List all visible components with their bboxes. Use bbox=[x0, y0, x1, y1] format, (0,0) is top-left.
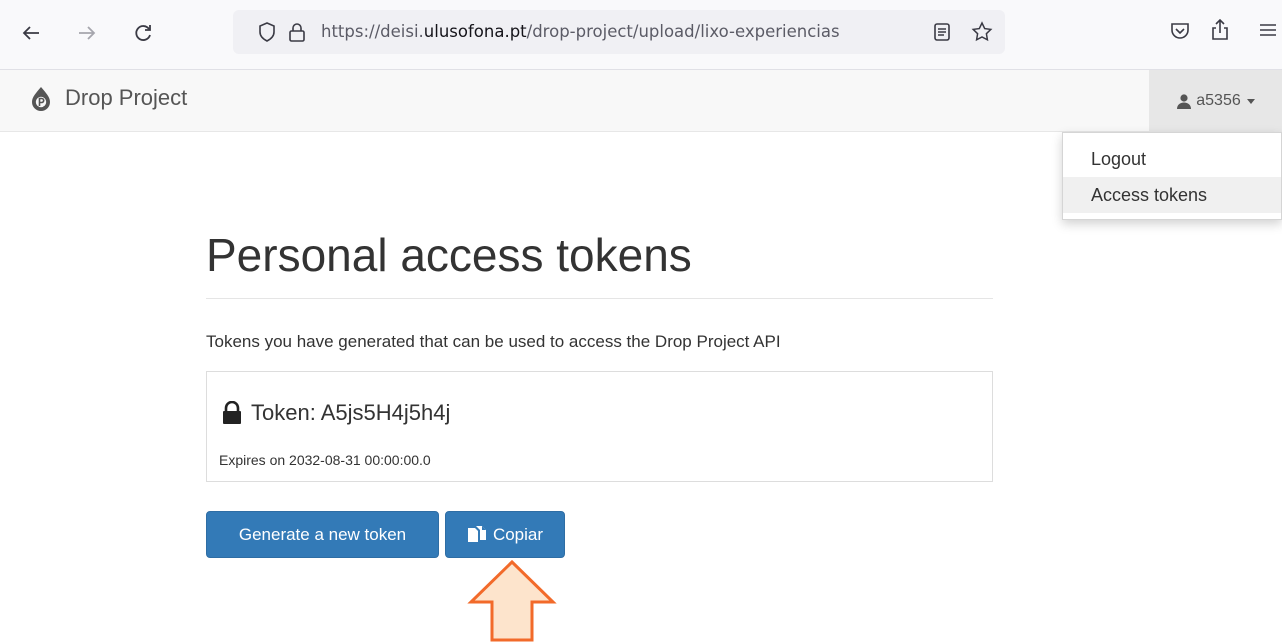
copy-icon bbox=[467, 525, 486, 542]
page-title: Personal access tokens bbox=[206, 229, 692, 281]
generate-token-button[interactable]: Generate a new token bbox=[206, 511, 439, 558]
copy-button[interactable]: Copiar bbox=[445, 511, 565, 558]
token-heading: Token: A5js5H4j5h4j bbox=[221, 400, 450, 426]
token-panel: Token: A5js5H4j5h4j Expires on 2032-08-3… bbox=[206, 371, 993, 482]
lock-icon bbox=[223, 401, 241, 424]
user-icon bbox=[1177, 94, 1192, 109]
back-icon[interactable] bbox=[16, 18, 46, 48]
share-icon[interactable] bbox=[1206, 16, 1234, 44]
reader-icon[interactable] bbox=[930, 20, 954, 44]
shield-icon[interactable] bbox=[255, 20, 279, 44]
generate-token-label: Generate a new token bbox=[238, 524, 407, 544]
token-expiry: Expires on 2032-08-31 00:00:00.0 bbox=[219, 452, 431, 468]
user-dropdown: Logout Access tokens bbox=[1062, 132, 1282, 220]
reload-icon[interactable] bbox=[128, 18, 158, 48]
token-value: Token: A5js5H4j5h4j bbox=[251, 400, 451, 425]
star-icon[interactable] bbox=[970, 20, 994, 44]
intro-text: Tokens you have generated that can be us… bbox=[206, 332, 781, 351]
arrow-up-icon bbox=[467, 560, 557, 642]
copy-button-label: Copiar bbox=[492, 524, 544, 544]
url-text[interactable]: https://deisi.ulusofona.pt/drop-project/… bbox=[321, 22, 840, 41]
address-bar[interactable]: https://deisi.ulusofona.pt/drop-project/… bbox=[233, 10, 1005, 54]
browser-toolbar: https://deisi.ulusofona.pt/drop-project/… bbox=[0, 0, 1282, 70]
dropdown-item-logout[interactable]: Logout bbox=[1063, 141, 1281, 177]
pocket-icon[interactable] bbox=[1166, 16, 1194, 44]
drop-logo-icon bbox=[32, 87, 50, 111]
dropdown-item-access-tokens[interactable]: Access tokens bbox=[1063, 177, 1281, 213]
brand-name: Drop Project bbox=[65, 85, 188, 110]
username: a5356 bbox=[1196, 92, 1241, 109]
menu-icon[interactable] bbox=[1254, 16, 1282, 44]
user-menu-toggle[interactable]: a5356 bbox=[1149, 70, 1282, 132]
caret-down-icon bbox=[1246, 98, 1255, 104]
lock-icon[interactable] bbox=[285, 20, 309, 44]
brand[interactable]: Drop Project bbox=[27, 84, 187, 112]
app-navbar: Drop Project a5356 bbox=[0, 70, 1282, 132]
forward-icon[interactable] bbox=[72, 18, 102, 48]
title-divider bbox=[206, 298, 993, 299]
